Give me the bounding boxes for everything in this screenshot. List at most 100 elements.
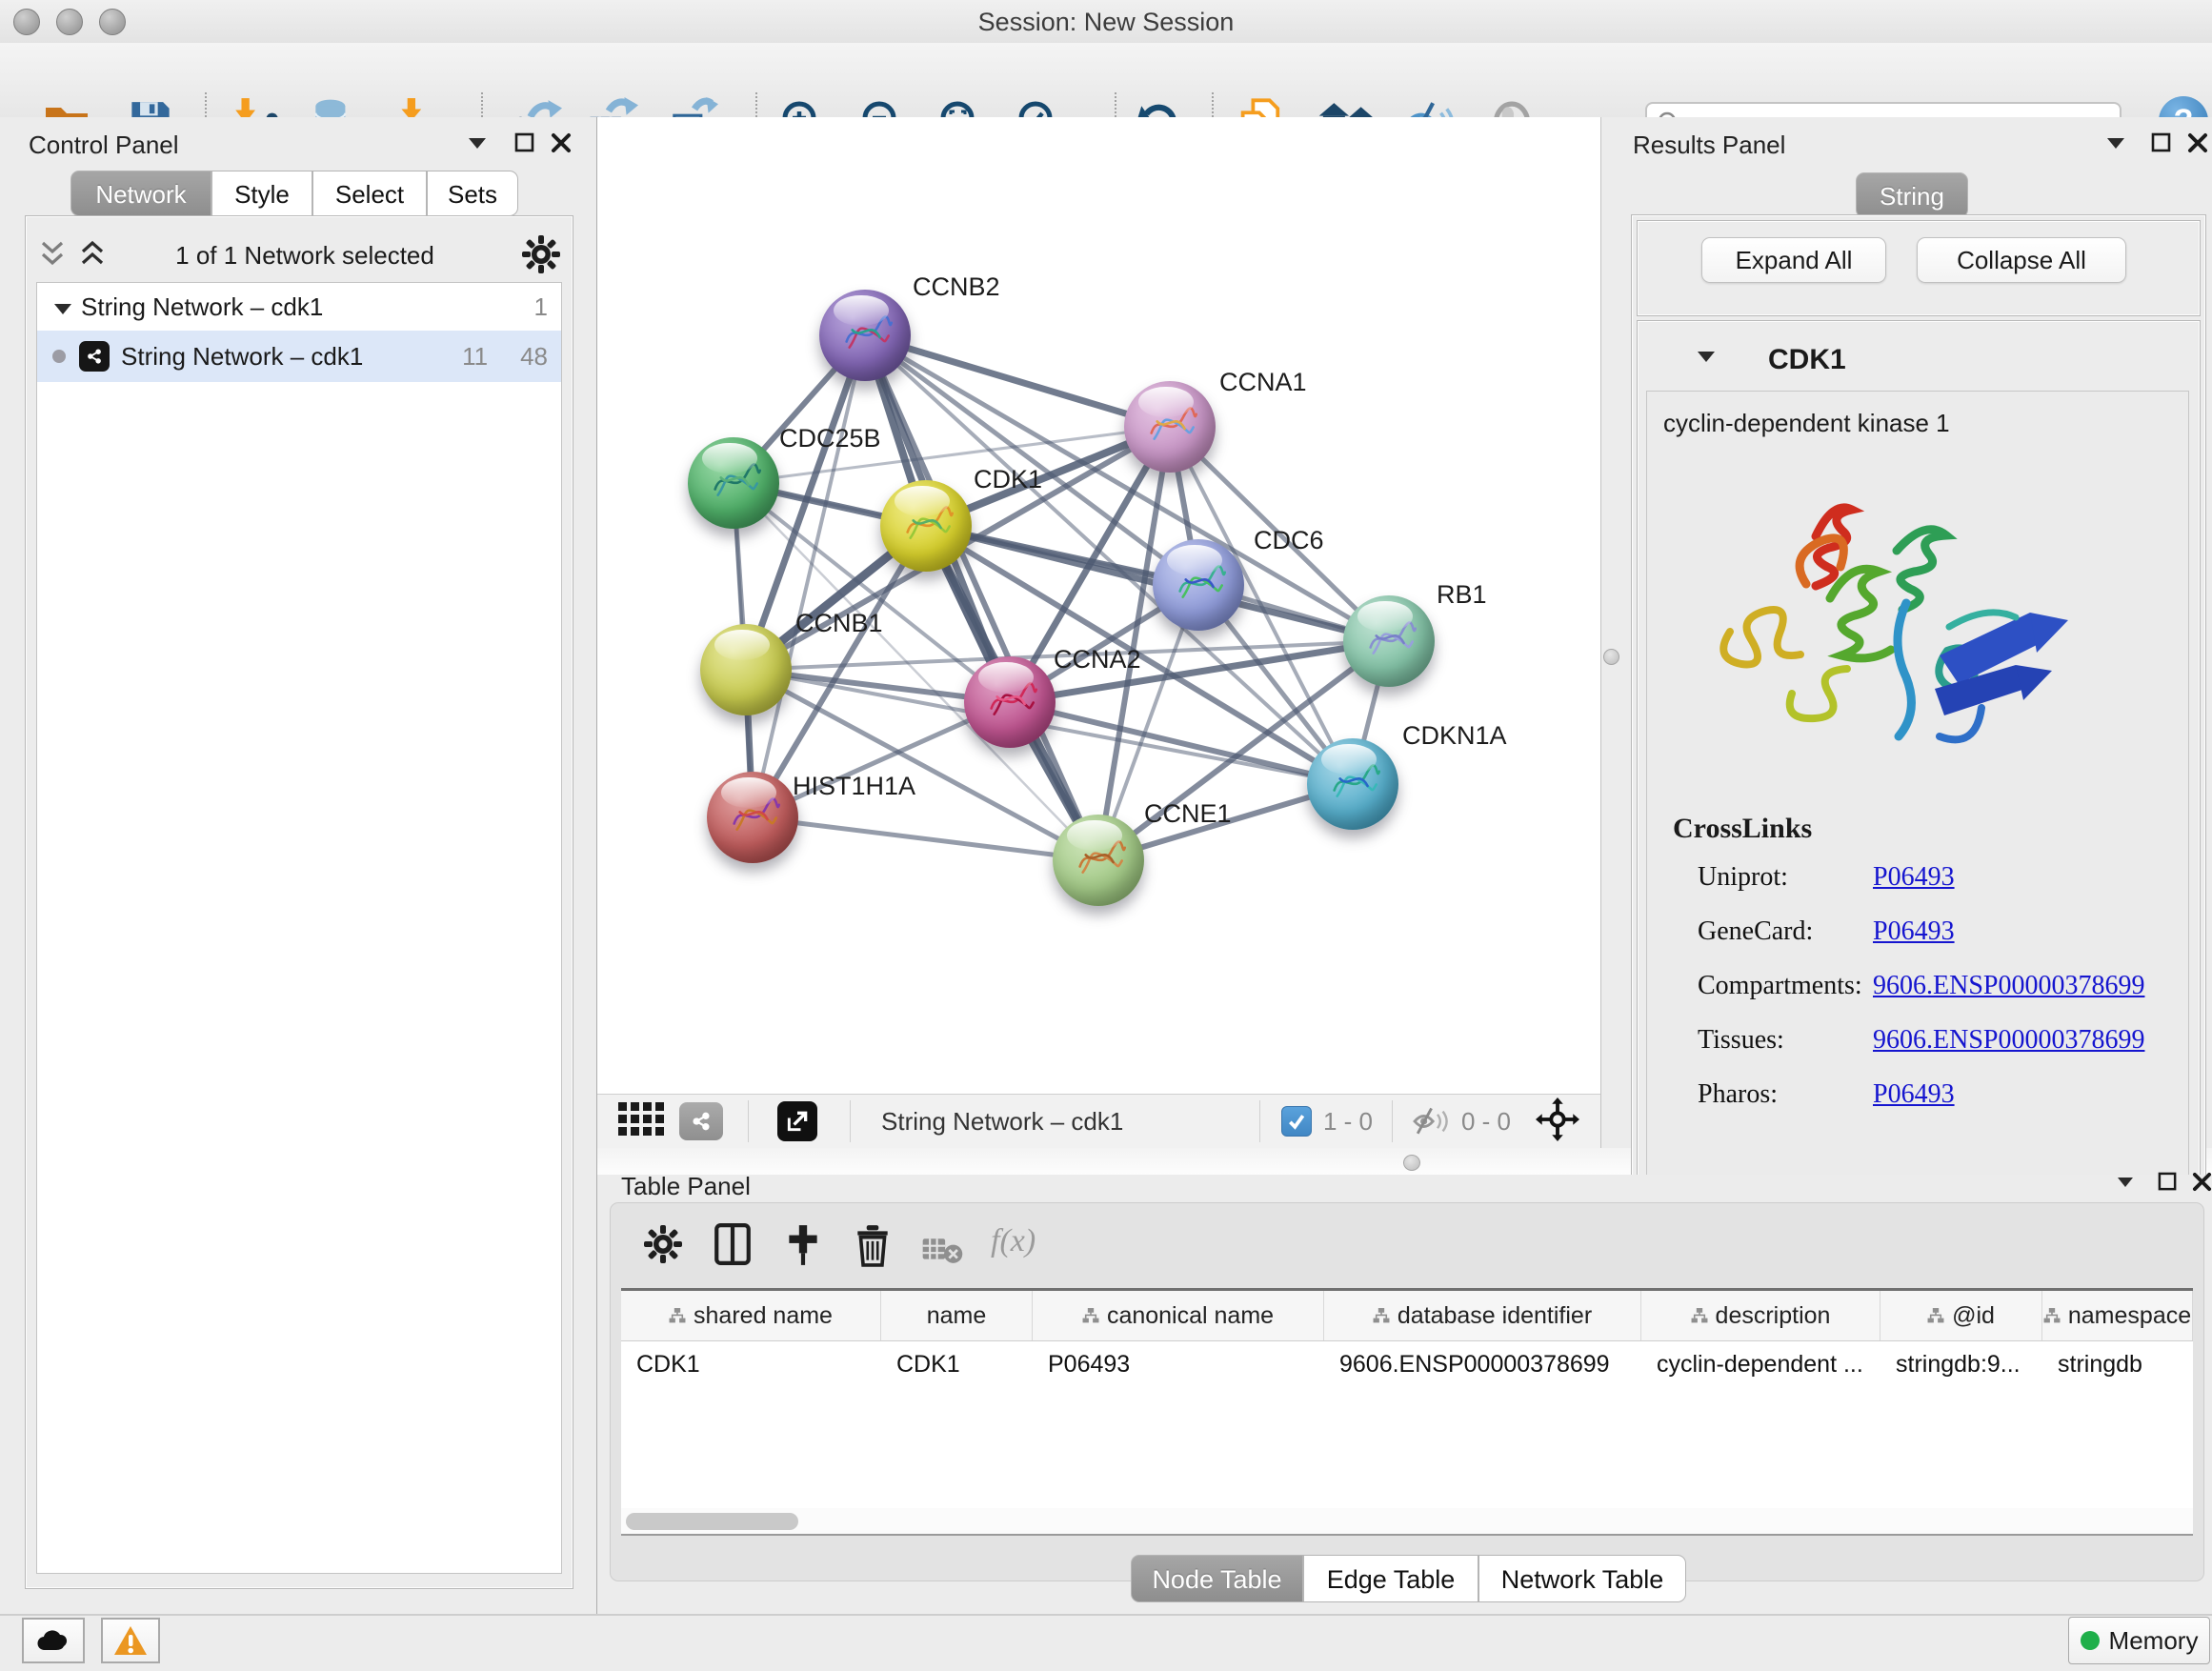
external-arrow-icon [785,1109,810,1134]
tab-network[interactable]: Network [70,171,211,216]
share-style-button[interactable] [679,1102,723,1140]
network-node-ccnb2[interactable] [819,290,911,381]
tab-string[interactable]: String [1856,172,1968,218]
collapse-panel-icon[interactable] [2107,138,2124,149]
manage-columns-icon[interactable] [714,1223,751,1265]
cloud-icon [36,1629,70,1652]
selected-nodes-checkbox[interactable] [1281,1106,1312,1137]
network-canvas[interactable]: CCNB2CCNA1CDC25BCDK1CDC6RB1CCNB1CCNA2CDK… [597,117,1600,1094]
network-node-hist1h1a[interactable] [707,772,798,863]
column-header-description[interactable]: description [1641,1291,1880,1340]
crosslink-link[interactable]: P06493 [1873,916,1955,947]
float-panel-icon[interactable] [514,132,535,153]
shared-column-icon [1691,1308,1708,1324]
crosslink-link[interactable]: P06493 [1873,862,1955,893]
table-hscroll-track[interactable] [621,1508,2193,1534]
crosslink-link[interactable]: 9606.ENSP00000378699 [1873,971,2144,1001]
collapse-panel-icon[interactable] [469,138,486,149]
network-node-cdk1[interactable] [880,480,972,572]
tab-sets[interactable]: Sets [427,171,518,216]
network-node-cdkn1a[interactable] [1307,738,1398,830]
cdk1-section-title: CDK1 [1768,344,1846,376]
network-node-ccna2[interactable] [964,656,1056,748]
delete-column-trash-icon[interactable] [855,1223,890,1267]
expand-all-icon[interactable] [78,239,107,270]
results-panel-title: Results Panel [1633,131,1785,160]
check-icon [1287,1112,1306,1131]
network-node-ccna1[interactable] [1124,381,1216,473]
crosslink-link[interactable]: P06493 [1873,1079,1955,1110]
cloud-status-button[interactable] [22,1618,85,1663]
selected-counter: 1 - 0 [1323,1107,1373,1137]
tab-edge-table[interactable]: Edge Table [1303,1555,1478,1602]
column-header-shared-name[interactable]: shared name [621,1291,881,1340]
protein-ribbon-thumbnail [697,449,771,518]
open-in-window-button[interactable] [777,1101,817,1141]
column-header-database-identifier[interactable]: database identifier [1324,1291,1641,1340]
shared-column-icon [2043,1308,2061,1324]
collection-count: 1 [534,292,548,322]
table-cell: stringdb [2042,1341,2193,1389]
collapse-all-icon[interactable] [38,239,67,270]
tab-node-table[interactable]: Node Table [1131,1555,1303,1602]
table-settings-gear-icon[interactable] [644,1225,682,1263]
splitter-handle[interactable] [1403,1155,1420,1171]
memory-button[interactable]: Memory [2068,1617,2210,1664]
node-label: CDC25B [779,424,881,453]
protein-ribbon-thumbnail [1162,551,1236,620]
node-label: CCNB2 [913,272,1000,302]
column-header-namespace[interactable]: namespace [2042,1291,2193,1340]
collection-expander-icon[interactable] [54,304,71,314]
column-header--id[interactable]: @id [1880,1291,2042,1340]
warning-status-button[interactable] [101,1618,160,1663]
network-node-ccne1[interactable] [1053,815,1144,906]
network-node-cdc6[interactable] [1153,539,1244,631]
table-cell: stringdb:9... [1880,1341,2042,1389]
add-column-icon[interactable] [785,1223,821,1267]
table-hscroll-thumb[interactable] [626,1513,798,1530]
apply-function-button[interactable]: f(x) [991,1223,1036,1259]
close-panel-icon[interactable] [551,132,572,153]
network-node-ccnb1[interactable] [700,624,792,715]
tab-network-table[interactable]: Network Table [1478,1555,1686,1602]
tab-select[interactable]: Select [312,171,427,216]
network-collection-row[interactable]: String Network – cdk1 1 [37,283,561,331]
network-status-dot [52,350,66,363]
pan-crosshair-button[interactable] [1536,1097,1579,1146]
protein-ribbon-thumbnail [974,668,1047,737]
table-row[interactable]: CDK1CDK1P064939606.ENSP00000378699cyclin… [621,1341,2193,1389]
table-cell: 9606.ENSP00000378699 [1324,1341,1641,1389]
splitter-handle[interactable] [1603,649,1619,665]
column-label: shared name [694,1302,833,1330]
collapse-panel-icon[interactable] [2118,1178,2133,1187]
column-header-name[interactable]: name [881,1291,1033,1340]
table-cell: CDK1 [621,1341,881,1389]
network-options-gear-icon[interactable] [522,235,560,273]
network-node-cdc25b[interactable] [688,437,779,529]
crosshair-icon [1536,1097,1579,1141]
cdk1-description: cyclin-dependent kinase 1 [1663,409,1950,438]
birdseye-grid-button[interactable] [618,1102,664,1141]
crosslink-label: Compartments: [1698,971,1873,1001]
table-body: CDK1CDK1P064939606.ENSP00000378699cyclin… [621,1341,2193,1508]
node-label: CDKN1A [1402,721,1507,751]
cdk1-expander-icon[interactable] [1698,352,1715,362]
tab-style[interactable]: Style [211,171,312,216]
warning-icon [113,1625,148,1656]
vertical-splitter[interactable] [1600,117,1619,1148]
close-panel-icon[interactable] [2192,1172,2212,1192]
network-node-rb1[interactable] [1343,595,1435,687]
collapse-all-button[interactable]: Collapse All [1917,237,2126,283]
network-row-selected[interactable]: String Network – cdk1 11 48 [37,331,561,382]
crosslink-link[interactable]: 9606.ENSP00000378699 [1873,1025,2144,1056]
float-panel-icon[interactable] [2151,132,2172,153]
node-label: CCNB1 [795,609,883,638]
float-panel-icon[interactable] [2158,1172,2178,1192]
network-row-label: String Network – cdk1 [121,342,462,372]
expand-all-button[interactable]: Expand All [1701,237,1886,283]
delete-table-icon[interactable] [922,1235,964,1265]
column-label: canonical name [1107,1302,1274,1330]
column-header-canonical-name[interactable]: canonical name [1033,1291,1324,1340]
protein-ribbon-thumbnail [716,783,790,853]
close-panel-icon[interactable] [2187,132,2208,153]
